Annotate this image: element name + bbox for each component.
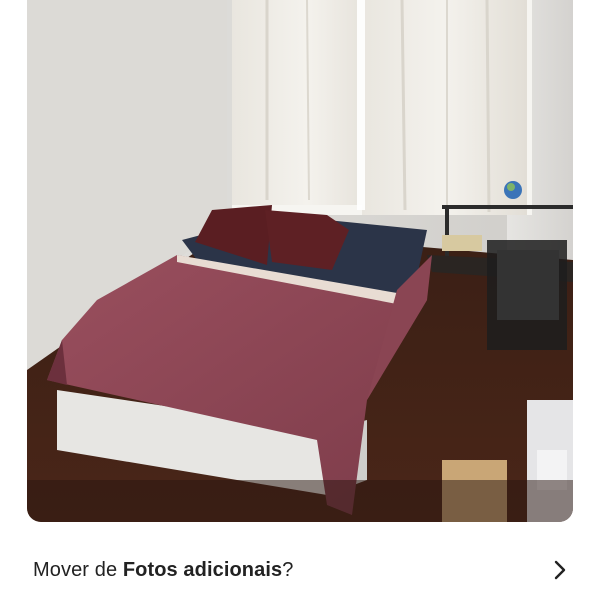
album-name: Fotos adicionais <box>122 558 283 581</box>
move-from-album-label: Mover de Fotos adicionais? <box>33 559 293 582</box>
chevron-right-icon[interactable] <box>550 558 570 582</box>
move-from-album-row[interactable]: Mover de Fotos adicionais? <box>0 540 600 600</box>
move-prefix-text: Mover de <box>33 558 123 581</box>
bedroom-photo-illustration <box>27 0 573 522</box>
move-suffix-text: ? <box>282 558 294 581</box>
move-photo-screen: Mover de Fotos adicionais? <box>0 0 600 600</box>
bedroom-photo <box>27 0 573 522</box>
